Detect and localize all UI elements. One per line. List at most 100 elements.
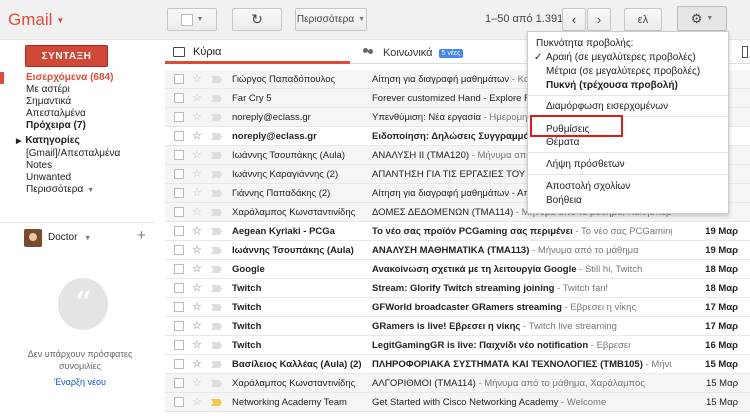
sidebar-item-gmail-sent[interactable]: [Gmail]/Απεσταλμένα bbox=[0, 148, 155, 160]
sidebar-item-sent[interactable]: Απεσταλμένα bbox=[0, 108, 155, 120]
star-icon[interactable]: ☆ bbox=[192, 224, 202, 237]
importance-marker-icon[interactable] bbox=[211, 228, 222, 235]
row-checkbox[interactable] bbox=[174, 74, 184, 84]
newer-button[interactable]: ‹ bbox=[562, 8, 586, 31]
importance-marker-icon[interactable] bbox=[211, 114, 222, 121]
row-checkbox[interactable] bbox=[174, 264, 184, 274]
input-tools-button[interactable]: ελ bbox=[624, 8, 662, 31]
sidebar-item-drafts[interactable]: Πρόχειρα (7) bbox=[0, 120, 155, 132]
sidebar-item-unwanted[interactable]: Unwanted bbox=[0, 172, 155, 184]
star-icon[interactable]: ☆ bbox=[192, 262, 202, 275]
select-all-checkbox[interactable]: ▼ bbox=[167, 8, 217, 31]
table-row[interactable]: ☆ Google Ανακοίνωση σχετικά με τη λειτουργ… bbox=[165, 260, 750, 279]
row-checkbox[interactable] bbox=[174, 245, 184, 255]
hangouts-user-name[interactable]: Doctor ▼ bbox=[48, 232, 91, 243]
scrollbar-thumb[interactable] bbox=[742, 46, 748, 58]
row-checkbox[interactable] bbox=[174, 112, 184, 122]
star-icon[interactable]: ☆ bbox=[192, 129, 202, 142]
sidebar-item-inbox[interactable]: Εισερχόμενα (684) bbox=[0, 72, 155, 84]
star-icon[interactable]: ☆ bbox=[192, 319, 202, 332]
sidebar-item-more[interactable]: Περισσότερα ▼ bbox=[0, 184, 155, 196]
start-new-chat-link[interactable]: Έναρξη νέου bbox=[25, 377, 135, 387]
row-checkbox[interactable] bbox=[174, 340, 184, 350]
menu-item-comfortable[interactable]: Αραιή (σε μεγαλύτερες προβολές) bbox=[546, 52, 696, 63]
importance-marker-icon[interactable] bbox=[211, 209, 222, 216]
importance-marker-icon[interactable] bbox=[211, 304, 222, 311]
older-button[interactable]: › bbox=[587, 8, 611, 31]
sidebar-item-starred[interactable]: Με αστέρι bbox=[0, 84, 155, 96]
row-checkbox[interactable] bbox=[174, 93, 184, 103]
table-row[interactable]: ☆ Χαράλαμπος Κωνσταντινίδης ΑΛΓΟΡΙΘΜΟΙ (ΤΜ… bbox=[165, 374, 750, 393]
menu-item-configure-inbox[interactable]: Διαμόρφωση εισερχομένων bbox=[546, 101, 668, 112]
tab-social[interactable]: Κοινωνικά 5 νέες bbox=[355, 42, 535, 64]
importance-marker-icon[interactable] bbox=[211, 323, 222, 330]
row-checkbox[interactable] bbox=[174, 169, 184, 179]
row-checkbox[interactable] bbox=[174, 397, 184, 407]
star-icon[interactable]: ☆ bbox=[192, 110, 202, 123]
more-button[interactable]: Περισσότερα ▼ bbox=[295, 8, 367, 31]
new-conversation-plus-icon[interactable]: + bbox=[137, 227, 146, 244]
importance-marker-icon[interactable] bbox=[211, 266, 222, 273]
importance-marker-icon[interactable] bbox=[211, 95, 222, 102]
row-checkbox[interactable] bbox=[174, 150, 184, 160]
star-icon[interactable]: ☆ bbox=[192, 91, 202, 104]
table-row[interactable]: ☆ Aegean Kyriaki - PCGa Το νέο σας προϊόν … bbox=[165, 222, 750, 241]
menu-item-help[interactable]: Βοήθεια bbox=[546, 195, 582, 206]
star-icon[interactable]: ☆ bbox=[192, 148, 202, 161]
importance-marker-icon[interactable] bbox=[211, 361, 222, 368]
importance-marker-icon[interactable] bbox=[211, 171, 222, 178]
row-checkbox[interactable] bbox=[174, 302, 184, 312]
star-icon[interactable]: ☆ bbox=[192, 338, 202, 351]
importance-marker-icon[interactable] bbox=[211, 247, 222, 254]
row-checkbox[interactable] bbox=[174, 188, 184, 198]
star-icon[interactable]: ☆ bbox=[192, 300, 202, 313]
row-checkbox[interactable] bbox=[174, 283, 184, 293]
menu-item-themes[interactable]: Θέματα bbox=[546, 137, 579, 148]
table-row[interactable]: ☆ Βασίλειος Καλλέας (Aula) (2) ΠΛΗΡΟΦΟΡΙΑΚ… bbox=[165, 355, 750, 374]
sidebar-item-notes[interactable]: Notes bbox=[0, 160, 155, 172]
star-icon[interactable]: ☆ bbox=[192, 376, 202, 389]
star-icon[interactable]: ☆ bbox=[192, 205, 202, 218]
row-checkbox[interactable] bbox=[174, 378, 184, 388]
menu-item-get-addons[interactable]: Λήψη πρόσθετων bbox=[546, 159, 625, 170]
email-subject: ΑΝΑΛΥΣΗ ΜΑΘΗΜΑΤΙΚΑ (ΤΜΑ113) - Μήνυμα από… bbox=[372, 245, 672, 256]
star-icon[interactable]: ☆ bbox=[192, 243, 202, 256]
sidebar-item-important[interactable]: Σημαντικά bbox=[0, 96, 155, 108]
settings-gear-button[interactable]: ⚙ ▼ bbox=[677, 6, 727, 31]
compose-button[interactable]: ΣΥΝΤΑΞΗ bbox=[25, 45, 108, 67]
sidebar-item-categories[interactable]: ▶ Κατηγορίες bbox=[0, 134, 155, 148]
scrollbar[interactable] bbox=[740, 42, 750, 416]
star-icon[interactable]: ☆ bbox=[192, 281, 202, 294]
importance-marker-icon[interactable] bbox=[211, 190, 222, 197]
star-icon[interactable]: ☆ bbox=[192, 357, 202, 370]
table-row[interactable]: ☆ Twitch GFWorld broadcaster GRamers strea… bbox=[165, 298, 750, 317]
table-row[interactable]: ☆ Twitch Stream: Glorify Twitch streaming … bbox=[165, 279, 750, 298]
avatar[interactable] bbox=[24, 229, 42, 247]
star-icon[interactable]: ☆ bbox=[192, 186, 202, 199]
row-checkbox[interactable] bbox=[174, 359, 184, 369]
importance-marker-icon[interactable] bbox=[211, 285, 222, 292]
gmail-logo[interactable]: Gmail ▼ bbox=[8, 10, 64, 30]
table-row[interactable]: ☆ Ιωάννης Τσουπάκης (Aula) ΑΝΑΛΥΣΗ ΜΑΘΗΜΑΤ… bbox=[165, 241, 750, 260]
refresh-button[interactable]: ↻ bbox=[232, 8, 282, 31]
importance-marker-icon[interactable] bbox=[211, 380, 222, 387]
importance-marker-icon[interactable] bbox=[211, 152, 222, 159]
menu-item-send-feedback[interactable]: Αποστολή σχολίων bbox=[546, 181, 630, 192]
row-checkbox[interactable] bbox=[174, 226, 184, 236]
tab-primary[interactable]: Κύρια bbox=[165, 42, 350, 64]
star-icon[interactable]: ☆ bbox=[192, 72, 202, 85]
table-row[interactable]: ☆ Twitch GRamers is live! Εβρεσει η νίκης … bbox=[165, 317, 750, 336]
importance-marker-icon[interactable] bbox=[211, 342, 222, 349]
importance-marker-icon[interactable] bbox=[211, 76, 222, 83]
menu-item-compact[interactable]: Πυκνή (τρέχουσα προβολή) bbox=[546, 80, 678, 91]
star-icon[interactable]: ☆ bbox=[192, 167, 202, 180]
table-row[interactable]: ☆ Networking Academy Team Get Started with… bbox=[165, 393, 750, 412]
table-row[interactable]: ☆ Twitch LegitGamingGR is live: Παιχνίδι ν… bbox=[165, 336, 750, 355]
importance-marker-icon[interactable] bbox=[211, 133, 222, 140]
row-checkbox[interactable] bbox=[174, 207, 184, 217]
importance-marker-icon[interactable] bbox=[211, 399, 222, 406]
row-checkbox[interactable] bbox=[174, 321, 184, 331]
star-icon[interactable]: ☆ bbox=[192, 395, 202, 408]
row-checkbox[interactable] bbox=[174, 131, 184, 141]
menu-item-cozy[interactable]: Μέτρια (σε μεγαλύτερες προβολές) bbox=[546, 66, 700, 77]
